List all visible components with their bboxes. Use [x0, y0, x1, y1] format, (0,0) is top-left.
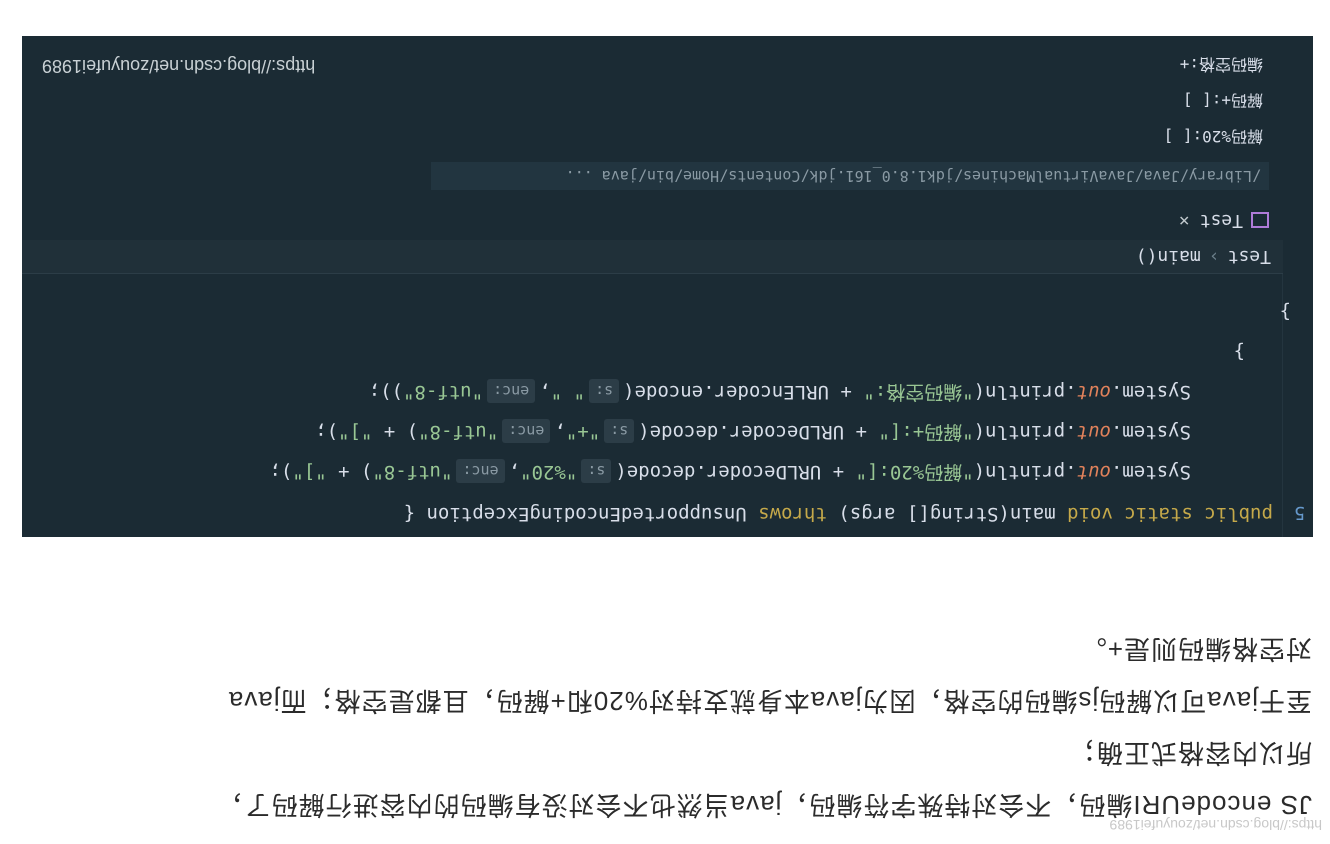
- code-token: .println(: [973, 421, 1077, 443]
- article-line-3: 至于java可以解码js编码的空格，因为java本身就支持对%20和+解码，且都…: [227, 686, 1312, 716]
- param-hint: s:: [589, 379, 620, 403]
- param-hint: enc:: [456, 459, 505, 483]
- code-field: out: [1076, 381, 1111, 403]
- code-token: System.: [1110, 421, 1191, 443]
- code-string: "解码+:[": [878, 421, 974, 443]
- code-line-signature: public static void main(String[] args) t…: [404, 495, 1273, 533]
- article-line-2: 所以内容格式正确；: [1068, 738, 1312, 768]
- code-token: ) +: [372, 421, 419, 443]
- code-string: "]": [292, 461, 327, 483]
- code-line-decode-plus: System.out.println("解码+:[" + URLDecoder.…: [315, 419, 1191, 443]
- run-tab-label[interactable]: Test: [1200, 210, 1243, 231]
- code-field: out: [1076, 461, 1111, 483]
- code-brace-outer: }: [1279, 301, 1291, 323]
- code-token: System.: [1110, 381, 1191, 403]
- blog-url-watermark: https://blog.csdn.net/zouyufei1989: [42, 56, 316, 76]
- code-string: "utf-8": [372, 461, 453, 483]
- code-string: "%20": [520, 461, 578, 483]
- editor-gutter: 5: [1282, 36, 1313, 537]
- code-line-encode-space: System.out.println("编码空格:" + URLEncoder.…: [368, 379, 1191, 403]
- code-method-decl: main(String[] args): [826, 503, 1056, 525]
- code-brace-inner: }: [1233, 341, 1245, 363]
- code-throws: throws: [746, 503, 827, 525]
- param-hint: enc:: [487, 379, 536, 403]
- code-string: "]": [338, 421, 373, 443]
- run-config-icon: [1251, 212, 1269, 228]
- console-output-line: 解码+:[ ]: [1182, 91, 1263, 110]
- close-icon[interactable]: ×: [1179, 210, 1190, 231]
- breadcrumb: Test › main(): [22, 238, 1283, 274]
- code-string: " ": [550, 381, 586, 403]
- code-field: out: [1076, 421, 1111, 443]
- code-keywords: public static void: [1055, 503, 1273, 525]
- code-token: .println(: [973, 461, 1077, 483]
- code-editor[interactable]: public static void main(String[] args) t…: [22, 274, 1291, 537]
- code-exception: UnsupportedEncodingException {: [403, 503, 747, 525]
- article-line-4: 对空格编码则是+。: [1079, 634, 1312, 664]
- code-token: + URLDecoder.decode(: [615, 461, 856, 483]
- code-token: );: [269, 461, 293, 483]
- run-console: /Library/Java/JavaVirtualMachines/jdk1.8…: [22, 36, 1283, 200]
- code-token: + URLDecoder.decode(: [638, 421, 879, 443]
- param-hint: s:: [604, 419, 635, 443]
- code-line-decode-20: System.out.println("解码%20:[" + URLDecode…: [269, 459, 1191, 483]
- code-token: System.: [1110, 461, 1191, 483]
- code-token: ) +: [326, 461, 373, 483]
- article-line-1: JS encodeURI编码，不会对特殊字符编码，java当然也不会对没有编码的…: [216, 790, 1312, 820]
- breadcrumb-method[interactable]: main(): [1136, 246, 1201, 267]
- code-string: "+": [565, 421, 601, 443]
- rotated-screenshot: https://blog.csdn.net/zouyufei1989 JS en…: [0, 0, 1330, 844]
- breadcrumb-class[interactable]: Test: [1228, 246, 1271, 267]
- code-token: ));: [368, 381, 404, 403]
- code-token: + URLEncoder.encode(: [623, 381, 864, 403]
- gutter-line-number: 5: [1294, 502, 1305, 523]
- code-string: "解码%20:[": [855, 461, 974, 483]
- code-string: "utf-8": [403, 381, 484, 403]
- code-string: "utf-8": [418, 421, 499, 443]
- console-command-line: /Library/Java/JavaVirtualMachines/jdk1.8…: [431, 162, 1269, 190]
- param-hint: enc:: [502, 419, 551, 443]
- param-hint: s:: [581, 459, 612, 483]
- code-token: .println(: [973, 381, 1077, 403]
- ide-screenshot: 5 public static void main(String[] args)…: [22, 36, 1313, 537]
- run-tool-window-header: Test ×: [22, 200, 1283, 240]
- chevron-right-icon: ›: [1208, 246, 1220, 267]
- code-token: );: [315, 421, 339, 443]
- console-output-line: 解码%20:[ ]: [1163, 127, 1263, 146]
- console-output-line: 编码空格:+: [1179, 55, 1263, 74]
- code-string: "编码空格:": [863, 381, 974, 403]
